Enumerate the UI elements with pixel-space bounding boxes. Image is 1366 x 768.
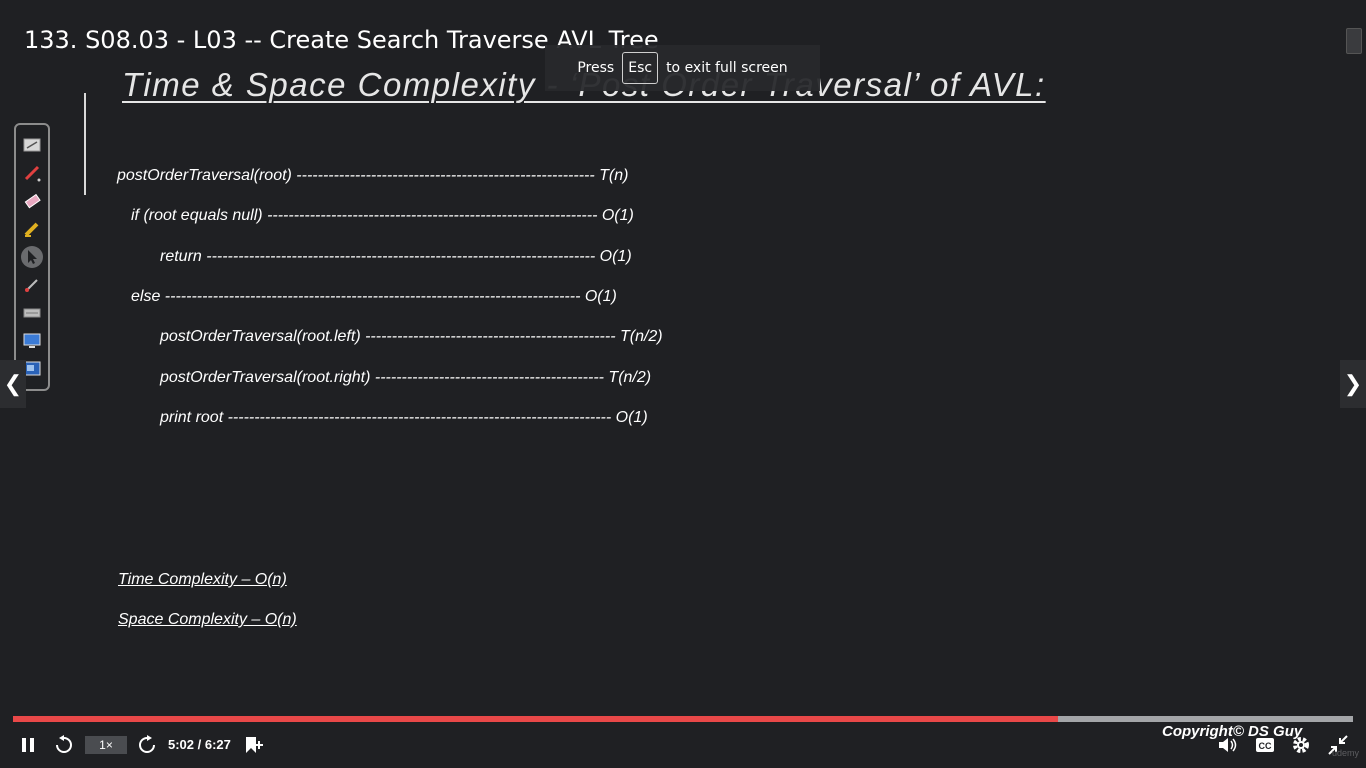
fullscreen-notice-prefix: Press	[577, 60, 615, 76]
keyboard-icon[interactable]	[21, 302, 43, 324]
code-line-4: else -----------------------------------…	[131, 288, 617, 305]
svg-text:CC: CC	[1259, 741, 1272, 751]
playback-speed-button[interactable]: 1×	[85, 736, 127, 754]
esc-key: Esc	[622, 52, 659, 84]
captions-icon: CC	[1256, 738, 1274, 752]
brand-logo: udemy	[1332, 748, 1360, 758]
space-complexity: Space Complexity – O(n)	[118, 611, 297, 628]
fullscreen-notice-suffix: to exit full screen	[666, 60, 788, 76]
whiteboard-icon[interactable]	[21, 134, 43, 156]
forward-button[interactable]	[136, 733, 158, 757]
video-player[interactable]: 133. S08.03 - L03 -- Create Search Trave…	[0, 0, 1366, 768]
code-line-2: if (root equals null) ------------------…	[131, 207, 634, 224]
time-display: 5:02 / 6:27	[168, 737, 231, 752]
progress-bar[interactable]	[13, 716, 1353, 722]
code-line-6: postOrderTraversal(root.right) ---------…	[160, 369, 652, 386]
next-lecture-button[interactable]: ❯	[1340, 360, 1366, 408]
fullscreen-notice: Press Esc to exit full screen	[545, 45, 820, 91]
code-line-1: postOrderTraversal(root) ---------------…	[117, 167, 629, 184]
rewind-icon	[56, 735, 72, 753]
forward-icon	[139, 735, 155, 753]
pen-icon[interactable]	[21, 162, 43, 184]
time-complexity: Time Complexity – O(n)	[118, 571, 287, 588]
previous-lecture-button[interactable]: ❮	[0, 360, 26, 408]
code-line-3: return ---------------------------------…	[160, 248, 632, 265]
pause-button[interactable]	[18, 733, 38, 757]
brush-icon[interactable]	[21, 274, 43, 296]
code-line-5: postOrderTraversal(root.left) ----------…	[160, 328, 663, 345]
settings-button[interactable]	[1290, 733, 1312, 757]
rewind-button[interactable]	[53, 733, 75, 757]
highlighter-icon[interactable]	[21, 218, 43, 240]
volume-button[interactable]	[1216, 733, 1240, 757]
gear-icon	[1293, 737, 1309, 753]
slide-divider	[84, 93, 86, 195]
captions-button[interactable]: CC	[1254, 733, 1276, 757]
sidebar-toggle-button[interactable]	[1346, 28, 1362, 54]
chevron-left-icon: ❮	[3, 371, 23, 396]
progress-fill	[13, 716, 1059, 722]
eraser-icon[interactable]	[21, 190, 43, 212]
chevron-right-icon: ❯	[1343, 371, 1363, 396]
screen-icon[interactable]	[21, 330, 43, 352]
bookmark-add-icon	[246, 737, 263, 753]
code-line-7: print root -----------------------------…	[160, 409, 648, 426]
volume-icon	[1219, 738, 1237, 752]
add-bookmark-button[interactable]	[241, 733, 265, 757]
pause-icon	[22, 738, 34, 752]
annotation-toolbar	[14, 123, 50, 391]
pointer-icon[interactable]	[21, 246, 43, 268]
